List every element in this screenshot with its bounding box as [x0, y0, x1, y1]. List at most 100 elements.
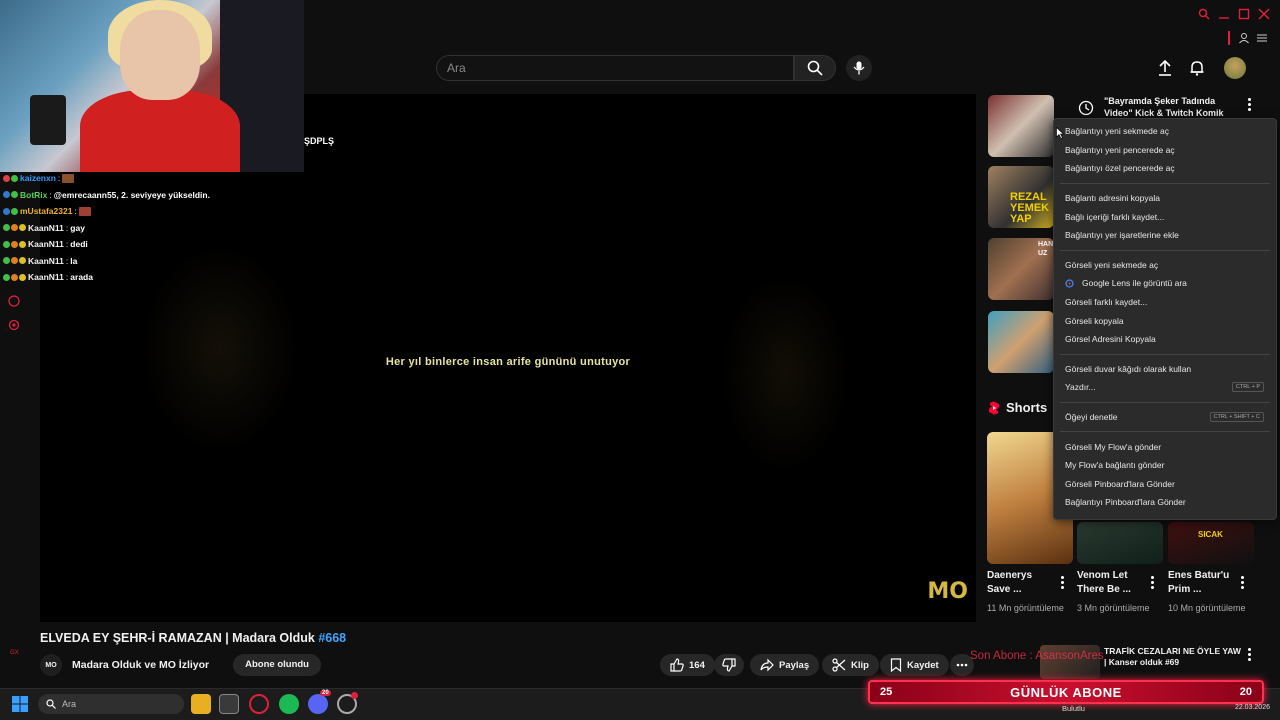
menu-item-save-image-as[interactable]: Görseli farklı kaydet...: [1054, 293, 1276, 312]
chat-username[interactable]: KaanN11: [28, 272, 64, 282]
chat-line: KaanN11 : arada: [0, 269, 300, 286]
chat-message: @emrecaann55, 2. seviyeye yükseldin.: [53, 189, 210, 200]
short-title[interactable]: Venom Let There Be ...: [1077, 569, 1147, 597]
menu-item-open-new-window[interactable]: Bağlantıyı yeni pencerede aç: [1054, 141, 1276, 160]
save-button[interactable]: Kaydet: [880, 654, 949, 676]
short-thumbnail[interactable]: SICAK: [1168, 522, 1254, 564]
chat-message: gay: [70, 222, 85, 233]
chat-separator: :: [65, 272, 69, 283]
menu-item-set-wallpaper[interactable]: Görseli duvar kâğıdı olarak kullan: [1054, 360, 1276, 379]
mug: [30, 95, 66, 145]
recommendation-thumbnail[interactable]: [988, 311, 1054, 373]
video-subtitle: Her yıl binlerce insan arife gününü unut…: [385, 356, 631, 368]
discord-icon[interactable]: 20: [308, 690, 331, 714]
video-title-hashtag[interactable]: #668: [318, 631, 346, 645]
shorts-header: Shorts: [988, 400, 1047, 415]
menu-item-link-to-my-flow[interactable]: My Flow'a bağlantı gönder: [1054, 456, 1276, 475]
taskbar-search-placeholder: Ara: [62, 699, 77, 709]
channel-avatar[interactable]: MO: [40, 654, 62, 676]
thumbs-down-icon: [722, 658, 736, 672]
google-lens-icon: [1065, 279, 1074, 288]
chat-username[interactable]: BotRix: [20, 190, 47, 200]
menu-item-print[interactable]: Yazdır... CTRL + P: [1054, 378, 1276, 397]
menu-item-image-to-my-flow[interactable]: Görseli My Flow'a gönder: [1054, 437, 1276, 456]
share-button[interactable]: Paylaş: [750, 654, 820, 676]
upload-icon[interactable]: [1154, 57, 1176, 79]
like-button[interactable]: 164: [660, 654, 715, 676]
save-label: Kaydet: [907, 659, 939, 671]
app-icon[interactable]: [337, 692, 358, 714]
recommendation-title[interactable]: TRAFİK CEZALARI NE ÖYLE YAW | Kanser old…: [1104, 646, 1244, 668]
menu-item-copy-link[interactable]: Bağlantı adresini kopyala: [1054, 189, 1276, 208]
clip-button[interactable]: Klip: [822, 654, 879, 676]
notification-dot: [351, 692, 358, 699]
short-title[interactable]: Daenerys Save ...: [987, 569, 1057, 597]
recommendation-thumbnail[interactable]: REZAL YEMEK YAP: [988, 166, 1054, 228]
chat-username[interactable]: kaizenxn: [20, 173, 56, 183]
chat-badges: [3, 174, 18, 182]
sidebar-gx-icon[interactable]: GX: [10, 650, 19, 656]
profile-small-icon[interactable]: [1238, 32, 1250, 44]
app-icon[interactable]: [219, 694, 239, 714]
subscribed-button[interactable]: Abone olundu: [233, 654, 321, 676]
chat-username[interactable]: KaanN11: [28, 256, 64, 266]
menu-item-link-to-pinboards[interactable]: Bağlantıyı Pinboard'lara Gönder: [1054, 493, 1276, 512]
recommendation-title[interactable]: "Bayramda Şeker Tadında Video" Kick & Tw…: [1104, 95, 1224, 119]
chat-badges: [3, 240, 26, 248]
taskbar-search[interactable]: Ara: [38, 694, 184, 714]
sidebar-settings-icon[interactable]: [8, 319, 20, 331]
file-explorer-icon[interactable]: [191, 694, 211, 714]
system-date[interactable]: 22.03.2026: [1235, 704, 1270, 711]
last-subscriber-overlay: Son Abone : AsansonAres: [970, 650, 1104, 662]
context-menu: Bağlantıyı yeni sekmede aç Bağlantıyı ye…: [1053, 118, 1277, 520]
menu-item-image-to-pinboards[interactable]: Görseli Pinboard'lara Gönder: [1054, 475, 1276, 494]
watch-later-icon[interactable]: [1078, 100, 1094, 116]
weather-status[interactable]: Bulutlu: [1062, 704, 1085, 713]
voice-search-button[interactable]: [846, 55, 872, 81]
menu-item-bookmark-link[interactable]: Bağlantıyı yer işaretlerine ekle: [1054, 226, 1276, 245]
search-input[interactable]: Ara: [436, 55, 794, 81]
menu-item-save-linked-as[interactable]: Bağlı içeriği farklı kaydet...: [1054, 207, 1276, 226]
menu-lines-icon[interactable]: [1256, 32, 1268, 44]
recommendation-thumbnail[interactable]: HAN UZ: [988, 238, 1054, 300]
short-thumbnail[interactable]: [1077, 522, 1163, 564]
minimize-icon[interactable]: [1218, 8, 1230, 20]
menu-item-inspect[interactable]: Öğeyi denetle CTRL + SHIFT + C: [1054, 408, 1276, 427]
search-window-icon[interactable]: [1198, 8, 1210, 20]
more-options-icon[interactable]: [1241, 576, 1244, 589]
more-options-icon[interactable]: [1151, 576, 1154, 589]
chat-username[interactable]: mUstafa2321: [20, 206, 72, 216]
spotify-icon[interactable]: [279, 694, 299, 714]
chat-message: arada: [70, 272, 93, 283]
chat-username[interactable]: KaanN11: [28, 223, 64, 233]
menu-item-copy-image-address[interactable]: Görsel Adresini Kopyala: [1054, 330, 1276, 349]
menu-item-copy-image[interactable]: Görseli kopyala: [1054, 311, 1276, 330]
sidebar-app-icon[interactable]: [8, 295, 20, 307]
close-icon[interactable]: [1258, 8, 1270, 20]
avatar[interactable]: [1224, 57, 1246, 79]
mouse-cursor-icon: [1056, 127, 1064, 139]
chat-line: kaizenxn :: [0, 170, 300, 187]
bell-icon[interactable]: [1186, 57, 1208, 79]
recommendation-thumbnail[interactable]: [988, 95, 1054, 157]
menu-item-open-image-new-tab[interactable]: Görseli yeni sekmede aç: [1054, 256, 1276, 275]
menu-item-open-private-window[interactable]: Bağlantıyı özel pencerede aç: [1054, 159, 1276, 178]
more-options-icon[interactable]: [1248, 98, 1251, 111]
more-options-icon[interactable]: [1248, 648, 1251, 661]
windows-start-icon[interactable]: [12, 696, 28, 712]
dislike-button[interactable]: [714, 654, 744, 676]
more-options-icon[interactable]: [1061, 576, 1064, 589]
channel-name[interactable]: Madara Olduk ve MO İzliyor: [72, 659, 209, 671]
channel-watermark: MO: [927, 579, 968, 604]
menu-item-google-lens[interactable]: Google Lens ile görüntü ara: [1054, 274, 1276, 293]
search-icon: [807, 60, 823, 76]
search-button[interactable]: [794, 55, 836, 81]
chat-message: la: [70, 255, 78, 266]
menu-item-open-new-tab[interactable]: Bağlantıyı yeni sekmede aç: [1054, 122, 1276, 141]
maximize-icon[interactable]: [1238, 8, 1250, 20]
short-title[interactable]: Enes Batur'u Prim ...: [1168, 569, 1238, 597]
window-controls: [1198, 8, 1270, 20]
opera-gx-icon[interactable]: [249, 694, 269, 714]
chat-username[interactable]: KaanN11: [28, 239, 64, 249]
shortcut-label: CTRL + SHIFT + C: [1209, 412, 1264, 423]
